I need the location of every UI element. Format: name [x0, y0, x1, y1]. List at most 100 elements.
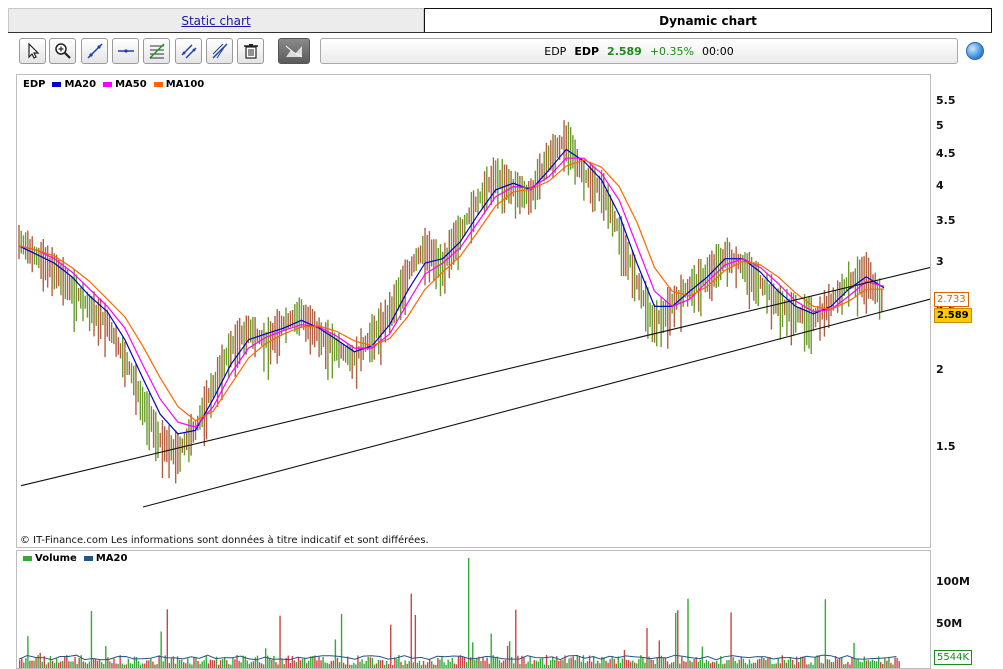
- parallel-channel-tool-button[interactable]: [175, 38, 202, 64]
- volume-bar-389: [816, 655, 818, 668]
- volume-bar-24: [68, 661, 70, 668]
- volume-bar-426: [892, 664, 894, 668]
- zoom-plus-icon: [54, 43, 71, 59]
- volume-bar-82: [187, 658, 189, 668]
- volume-bar-397: [832, 662, 835, 668]
- volume-bar-52: [125, 664, 127, 668]
- volume-bar-197: [422, 660, 425, 668]
- legend-ma50-swatch: [103, 82, 113, 87]
- volume-bar-371: [779, 663, 781, 668]
- volume-bar-296: [625, 659, 628, 668]
- volume-bar-150: [326, 662, 328, 668]
- volume-bar-302: [638, 659, 640, 668]
- pointer-tool-button[interactable]: [19, 38, 46, 64]
- volume-bar-223: [476, 658, 478, 668]
- volume-bar-123: [271, 659, 273, 668]
- tab-static-chart[interactable]: Static chart: [8, 8, 424, 32]
- volume-bar-228: [486, 657, 488, 668]
- delete-tool-button[interactable]: [237, 38, 264, 64]
- tab-dynamic-chart[interactable]: Dynamic chart: [424, 8, 992, 32]
- volume-bar-341: [718, 663, 720, 668]
- volume-bar-213: [455, 664, 458, 668]
- volume-bar-102: [228, 664, 230, 668]
- legend-volume-ma-swatch: [83, 556, 93, 561]
- volume-bar-73: [168, 663, 171, 668]
- volume-bar-68: [158, 655, 160, 668]
- volume-bar-378: [793, 664, 796, 668]
- volume-bar-249: [529, 656, 531, 668]
- volume-bar-147: [320, 660, 322, 668]
- volume-bar-380: [798, 662, 800, 668]
- volume-bar-107: [238, 660, 240, 668]
- volume-bar-91: [205, 655, 207, 668]
- volume-bar-5: [29, 660, 31, 668]
- fan-tool-button[interactable]: [206, 38, 233, 64]
- volume-bar-10: [39, 652, 41, 668]
- volume-bar-415: [869, 661, 872, 668]
- volume-bar-391: [820, 662, 822, 668]
- fibonacci-tool-button[interactable]: [143, 38, 170, 64]
- price-chart-panel[interactable]: EDP MA20 MA50 MA100 © IT-Finance.com Les…: [16, 74, 931, 548]
- volume-bar-158: [342, 662, 345, 668]
- volume-bar-142: [310, 656, 312, 668]
- volume-bar-347: [730, 612, 732, 668]
- volume-bar-374: [785, 662, 788, 668]
- volume-bar-315: [664, 657, 667, 668]
- volume-bar-177: [381, 659, 384, 668]
- volume-bar-256: [543, 664, 546, 668]
- volume-bar-211: [451, 658, 453, 668]
- volume-bar-409: [857, 659, 859, 668]
- volume-bar-182: [392, 664, 394, 668]
- volume-bar-298: [629, 661, 632, 668]
- volume-chart-panel[interactable]: Volume MA20: [16, 550, 931, 669]
- volume-bar-196: [420, 664, 423, 668]
- horizontal-line-tool-button[interactable]: [112, 38, 139, 64]
- chart-mode-button[interactable]: [278, 38, 310, 64]
- volume-bar-246: [523, 657, 525, 668]
- volume-bar-4: [27, 636, 29, 668]
- volume-bar-16: [51, 660, 54, 668]
- volume-bar-305: [644, 662, 646, 668]
- volume-bar-411: [861, 662, 863, 668]
- volume-bar-183: [394, 657, 396, 668]
- volume-bar-112: [248, 663, 250, 668]
- volume-bar-54: [129, 663, 132, 668]
- zoom-tool-button[interactable]: [49, 38, 76, 64]
- volume-bar-18: [55, 658, 58, 668]
- volume-bar-375: [787, 659, 790, 668]
- price-tick-5.5: 5.5: [936, 93, 956, 107]
- volume-bar-152: [330, 661, 332, 668]
- volume-bar-272: [576, 655, 578, 668]
- volume-bar-368: [773, 664, 775, 668]
- volume-bar-116: [256, 655, 259, 668]
- volume-bar-390: [818, 655, 820, 668]
- volume-bar-92: [207, 663, 209, 668]
- volume-bar-260: [552, 656, 554, 668]
- volume-bar-316: [666, 661, 669, 668]
- volume-bar-204: [437, 657, 439, 668]
- volume-bar-19: [57, 662, 60, 668]
- price-tick-4.5: 4.5: [936, 147, 956, 161]
- trendline-upper[interactable]: [20, 267, 930, 487]
- volume-bar-370: [777, 657, 779, 668]
- volume-bar-273: [578, 656, 581, 668]
- trendline-tool-button[interactable]: [81, 38, 108, 64]
- volume-bar-343: [722, 664, 724, 668]
- volume-bar-311: [656, 656, 658, 668]
- volume-bar-336: [707, 661, 710, 668]
- volume-bar-58: [137, 661, 140, 668]
- volume-bar-83: [189, 663, 191, 668]
- volume-bar-181: [390, 624, 392, 668]
- volume-bar-87: [197, 661, 199, 668]
- volume-bar-44: [109, 661, 111, 668]
- volume-bar-28: [76, 663, 78, 668]
- volume-bar-360: [757, 659, 759, 668]
- volume-bar-421: [882, 663, 884, 668]
- volume-bar-267: [566, 663, 568, 668]
- volume-bar-386: [810, 662, 812, 668]
- volume-bar-287: [607, 662, 609, 668]
- volume-bar-212: [453, 663, 455, 668]
- volume-bar-279: [590, 661, 593, 668]
- price-tick-1.5: 1.5: [936, 439, 956, 453]
- globe-icon[interactable]: [966, 42, 984, 60]
